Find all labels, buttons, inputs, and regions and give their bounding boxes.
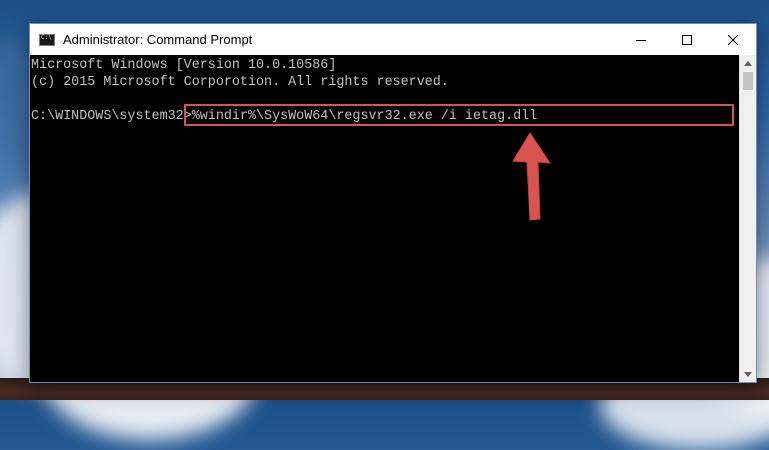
close-button[interactable] (710, 24, 756, 55)
red-arrow-icon (512, 132, 551, 221)
maximize-icon (682, 34, 692, 45)
scroll-down-button[interactable] (740, 366, 756, 382)
cmd-app-icon (39, 33, 55, 46)
minimize-button[interactable] (618, 24, 664, 55)
scroll-down-icon (744, 371, 752, 377)
caption-buttons (618, 24, 756, 55)
minimize-icon (636, 39, 646, 41)
console-line: (c) 2015 Microsoft Corporotion. All righ… (31, 75, 449, 90)
command-highlight-box (184, 104, 734, 126)
command-prompt-window: Administrator: Command Prompt Microsoft (29, 23, 757, 383)
prompt-path: C:\WINDOWS\system32> (31, 109, 192, 124)
title-bar[interactable]: Administrator: Command Prompt (30, 24, 756, 55)
maximize-button[interactable] (664, 24, 710, 55)
vertical-scrollbar[interactable] (739, 55, 756, 382)
close-icon (728, 34, 738, 45)
window-title: Administrator: Command Prompt (63, 32, 253, 47)
scrollbar-thumb[interactable] (743, 72, 753, 90)
scroll-up-icon (744, 60, 752, 66)
scroll-up-button[interactable] (740, 55, 756, 71)
console-line: Microsoft Windows [Version 10.0.10586] (31, 58, 337, 73)
